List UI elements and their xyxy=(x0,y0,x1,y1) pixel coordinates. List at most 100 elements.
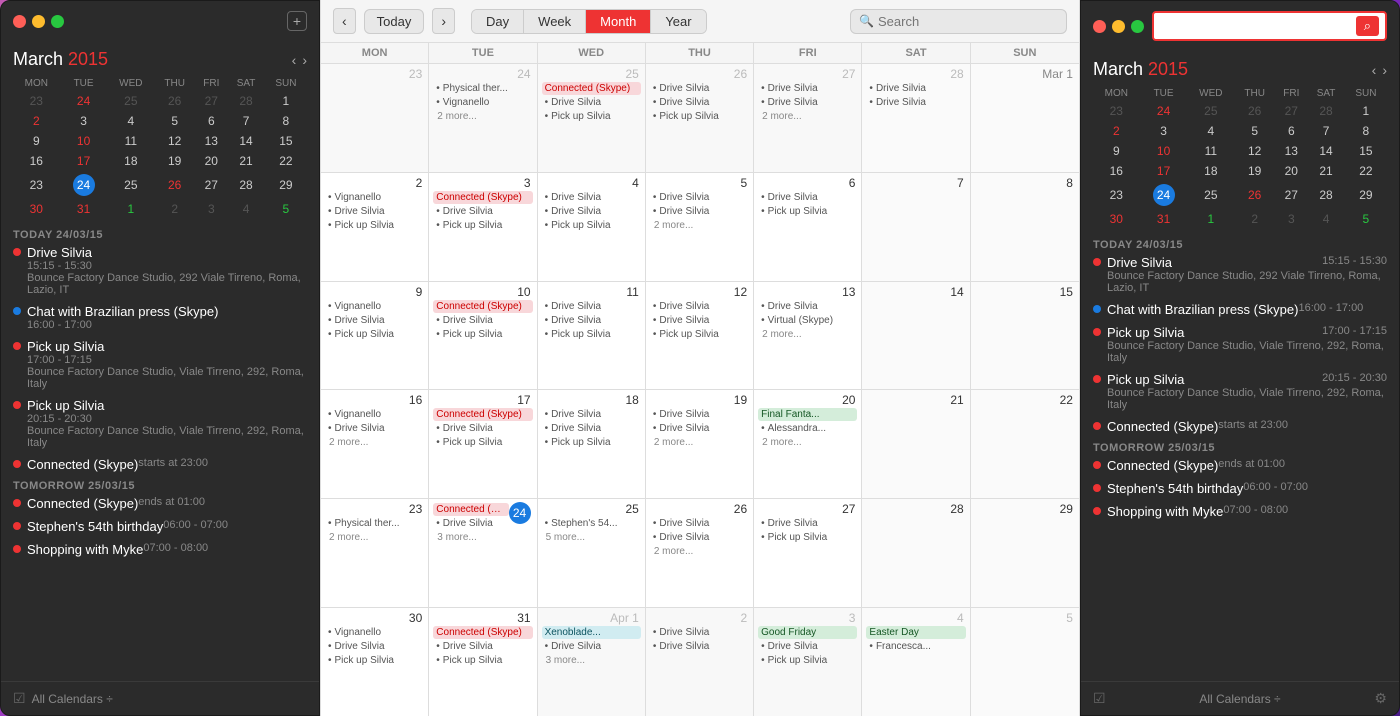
cal-cell[interactable]: 15 xyxy=(971,282,1079,390)
cal-cell[interactable]: 3 Connected (Skype) Drive Silvia Pick up… xyxy=(429,173,537,281)
cal-event[interactable]: Connected (Skype) xyxy=(433,300,532,313)
right-cal-day[interactable]: 8 xyxy=(1345,121,1387,141)
left-cal-day[interactable]: 26 xyxy=(154,91,195,111)
right-cal-day[interactable]: 23 xyxy=(1093,181,1140,209)
cal-event[interactable]: Connected (Skype) xyxy=(433,191,532,204)
right-cal-day[interactable]: 12 xyxy=(1234,141,1275,161)
cal-cell[interactable]: 31 Connected (Skype) Drive Silvia Pick u… xyxy=(429,608,537,716)
cal-event[interactable]: Stephen's 54... xyxy=(542,517,641,530)
cal-event[interactable]: Pick up Silvia xyxy=(542,219,641,232)
left-cal-day[interactable]: 3 xyxy=(60,111,108,131)
left-cal-day[interactable]: 17 xyxy=(60,151,108,171)
cal-event[interactable]: Drive Silvia xyxy=(433,314,532,327)
left-cal-day[interactable]: 27 xyxy=(195,171,227,199)
left-cal-day[interactable]: 18 xyxy=(108,151,155,171)
right-cal-day[interactable]: 5 xyxy=(1234,121,1275,141)
cal-event[interactable]: Virtual (Skype) xyxy=(758,314,857,327)
cal-event[interactable]: Francesca... xyxy=(866,640,965,653)
left-cal-day[interactable]: 31 xyxy=(60,199,108,219)
left-cal-day[interactable]: 23 xyxy=(13,91,60,111)
cal-cell[interactable]: 5 Drive Silvia Drive Silvia 2 more... xyxy=(646,173,754,281)
left-cal-day[interactable]: 19 xyxy=(154,151,195,171)
right-cal-day[interactable]: 24 xyxy=(1140,101,1188,121)
cal-event[interactable]: Alessandra... xyxy=(758,422,857,435)
cal-cell[interactable]: 26 Drive Silvia Drive Silvia 2 more... xyxy=(646,499,754,607)
cal-event[interactable]: Pick up Silvia xyxy=(758,205,857,218)
left-cal-day[interactable]: 25 xyxy=(108,171,155,199)
main-search-input[interactable] xyxy=(878,14,1058,29)
left-cal-day[interactable]: 20 xyxy=(195,151,227,171)
view-year-btn[interactable]: Year xyxy=(651,10,705,33)
left-cal-day[interactable]: 11 xyxy=(108,131,155,151)
left-cal-day[interactable]: 21 xyxy=(227,151,264,171)
cal-cell[interactable]: 4 Drive Silvia Drive Silvia Pick up Silv… xyxy=(538,173,646,281)
cal-cell[interactable]: 5 xyxy=(971,608,1079,716)
cal-event[interactable]: Good Friday xyxy=(758,626,857,639)
left-cal-day[interactable]: 8 xyxy=(265,111,307,131)
left-cal-day[interactable]: 28 xyxy=(227,91,264,111)
cal-event[interactable]: Drive Silvia xyxy=(650,531,749,544)
cal-cell[interactable]: 17 Connected (Skype) Drive Silvia Pick u… xyxy=(429,390,537,498)
cal-cell[interactable]: 2 Vignanello Drive Silvia Pick up Silvia xyxy=(321,173,429,281)
right-cal-day[interactable]: 4 xyxy=(1307,209,1344,229)
right-cal-day[interactable]: 16 xyxy=(1093,161,1140,181)
left-cal-day[interactable]: 29 xyxy=(265,171,307,199)
left-cal-day[interactable]: 7 xyxy=(227,111,264,131)
cal-event[interactable]: Drive Silvia xyxy=(866,82,965,95)
right-cal-day[interactable]: 19 xyxy=(1234,161,1275,181)
right-cal-day[interactable]: 29 xyxy=(1345,181,1387,209)
cal-event[interactable]: Pick up Silvia xyxy=(650,110,749,123)
right-mini-next-btn[interactable]: › xyxy=(1382,62,1387,78)
right-cal-day[interactable]: 14 xyxy=(1307,141,1344,161)
cal-event[interactable]: Drive Silvia xyxy=(325,422,424,435)
right-cal-day[interactable]: 23 xyxy=(1093,101,1140,121)
left-cal-day[interactable]: 6 xyxy=(195,111,227,131)
cal-event[interactable]: Drive Silvia xyxy=(650,300,749,313)
cal-event[interactable]: Pick up Silvia xyxy=(433,219,532,232)
left-cal-day[interactable]: 27 xyxy=(195,91,227,111)
left-cal-day[interactable]: 4 xyxy=(108,111,155,131)
cal-event[interactable]: Drive Silvia xyxy=(650,191,749,204)
cal-event[interactable]: Drive Silvia xyxy=(433,640,532,653)
left-cal-day[interactable]: 26 xyxy=(154,171,195,199)
more-link[interactable]: 2 more... xyxy=(758,329,801,340)
cal-cell[interactable]: 18 Drive Silvia Drive Silvia Pick up Sil… xyxy=(538,390,646,498)
cal-event[interactable]: Drive Silvia xyxy=(325,314,424,327)
main-today-btn[interactable]: Today xyxy=(364,9,425,34)
cal-event[interactable]: Drive Silvia xyxy=(758,300,857,313)
cal-event[interactable]: Vignanello xyxy=(325,191,424,204)
left-cal-day-today[interactable]: 24 xyxy=(60,171,108,199)
right-cal-day[interactable]: 1 xyxy=(1345,101,1387,121)
cal-event[interactable]: Vignanello xyxy=(325,300,424,313)
left-cal-day[interactable]: 16 xyxy=(13,151,60,171)
more-link[interactable]: 2 more... xyxy=(650,546,693,557)
right-cal-day[interactable]: 1 xyxy=(1188,209,1235,229)
left-tl-red[interactable] xyxy=(13,15,26,28)
right-cal-day[interactable]: 2 xyxy=(1234,209,1275,229)
right-cal-day[interactable]: 27 xyxy=(1275,101,1307,121)
main-next-btn[interactable]: › xyxy=(432,8,455,34)
right-cal-day[interactable]: 3 xyxy=(1140,121,1188,141)
cal-event[interactable]: Pick up Silvia xyxy=(325,654,424,667)
cal-event[interactable]: Drive Silvia xyxy=(542,300,641,313)
right-mini-prev-btn[interactable]: ‹ xyxy=(1372,62,1377,78)
right-cal-day[interactable]: 15 xyxy=(1345,141,1387,161)
cal-cell[interactable]: 25 Connected (Skype) Drive Silvia Pick u… xyxy=(538,64,646,172)
cal-event[interactable]: Drive Silvia xyxy=(542,314,641,327)
cal-event[interactable]: Drive Silvia xyxy=(542,205,641,218)
right-cal-day[interactable]: 9 xyxy=(1093,141,1140,161)
left-mini-next-btn[interactable]: › xyxy=(302,52,307,68)
cal-event[interactable]: Drive Silvia xyxy=(650,82,749,95)
right-cal-day[interactable]: 26 xyxy=(1234,101,1275,121)
right-cal-day[interactable]: 27 xyxy=(1275,181,1307,209)
more-link[interactable]: 2 more... xyxy=(650,220,693,231)
cal-event[interactable]: Connected (Skype) xyxy=(542,82,641,95)
cal-event[interactable]: Drive Silvia xyxy=(650,205,749,218)
cal-event[interactable]: Physical ther... xyxy=(325,517,424,530)
cal-cell[interactable]: 23 xyxy=(321,64,429,172)
cal-cell[interactable]: 21 xyxy=(862,390,970,498)
right-cal-day[interactable]: 3 xyxy=(1275,209,1307,229)
cal-event[interactable]: Pick up Silvia xyxy=(433,436,532,449)
left-tl-yellow[interactable] xyxy=(32,15,45,28)
cal-event[interactable]: Drive Silvia xyxy=(650,517,749,530)
